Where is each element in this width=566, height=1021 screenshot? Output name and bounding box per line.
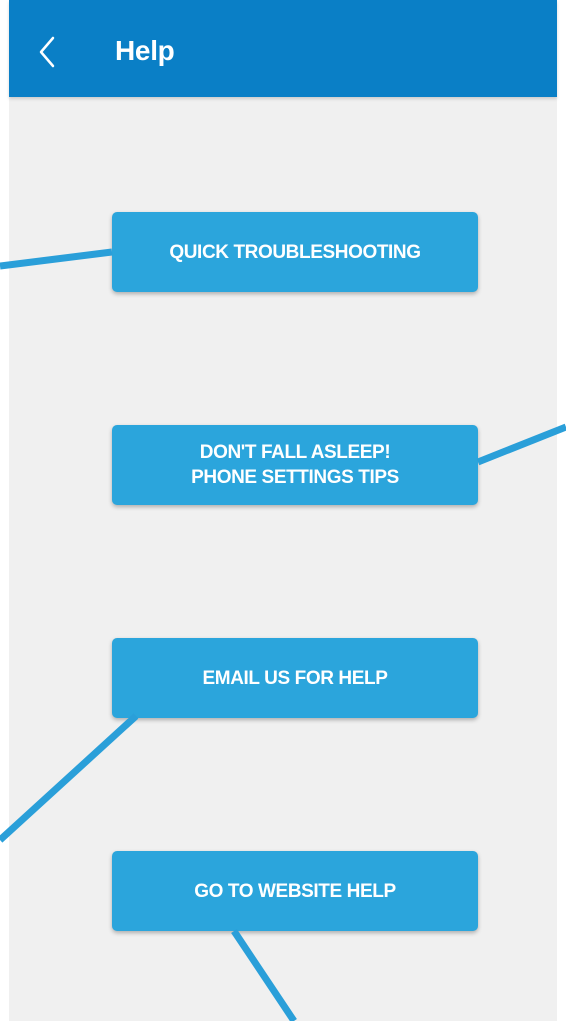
- page-title: Help: [115, 35, 175, 66]
- chevron-left-icon: [39, 36, 55, 68]
- phone-settings-label-line1: DON'T FALL ASLEEP!: [199, 442, 391, 463]
- quick-troubleshooting-label: QUICK TROUBLESHOOTING: [169, 241, 421, 263]
- email-us-label: EMAIL US FOR HELP: [202, 667, 388, 689]
- back-button[interactable]: [35, 34, 63, 70]
- quick-troubleshooting-button[interactable]: QUICK TROUBLESHOOTING: [112, 212, 478, 292]
- email-us-button[interactable]: EMAIL US FOR HELP: [112, 638, 478, 718]
- website-help-label: GO TO WEBSITE HELP: [194, 880, 396, 902]
- phone-settings-label-line2: PHONE SETTINGS TIPS: [191, 467, 399, 488]
- app-bar: Help: [9, 0, 557, 97]
- phone-settings-tips-button[interactable]: DON'T FALL ASLEEP! PHONE SETTINGS TIPS: [112, 425, 478, 505]
- website-help-button[interactable]: GO TO WEBSITE HELP: [112, 851, 478, 931]
